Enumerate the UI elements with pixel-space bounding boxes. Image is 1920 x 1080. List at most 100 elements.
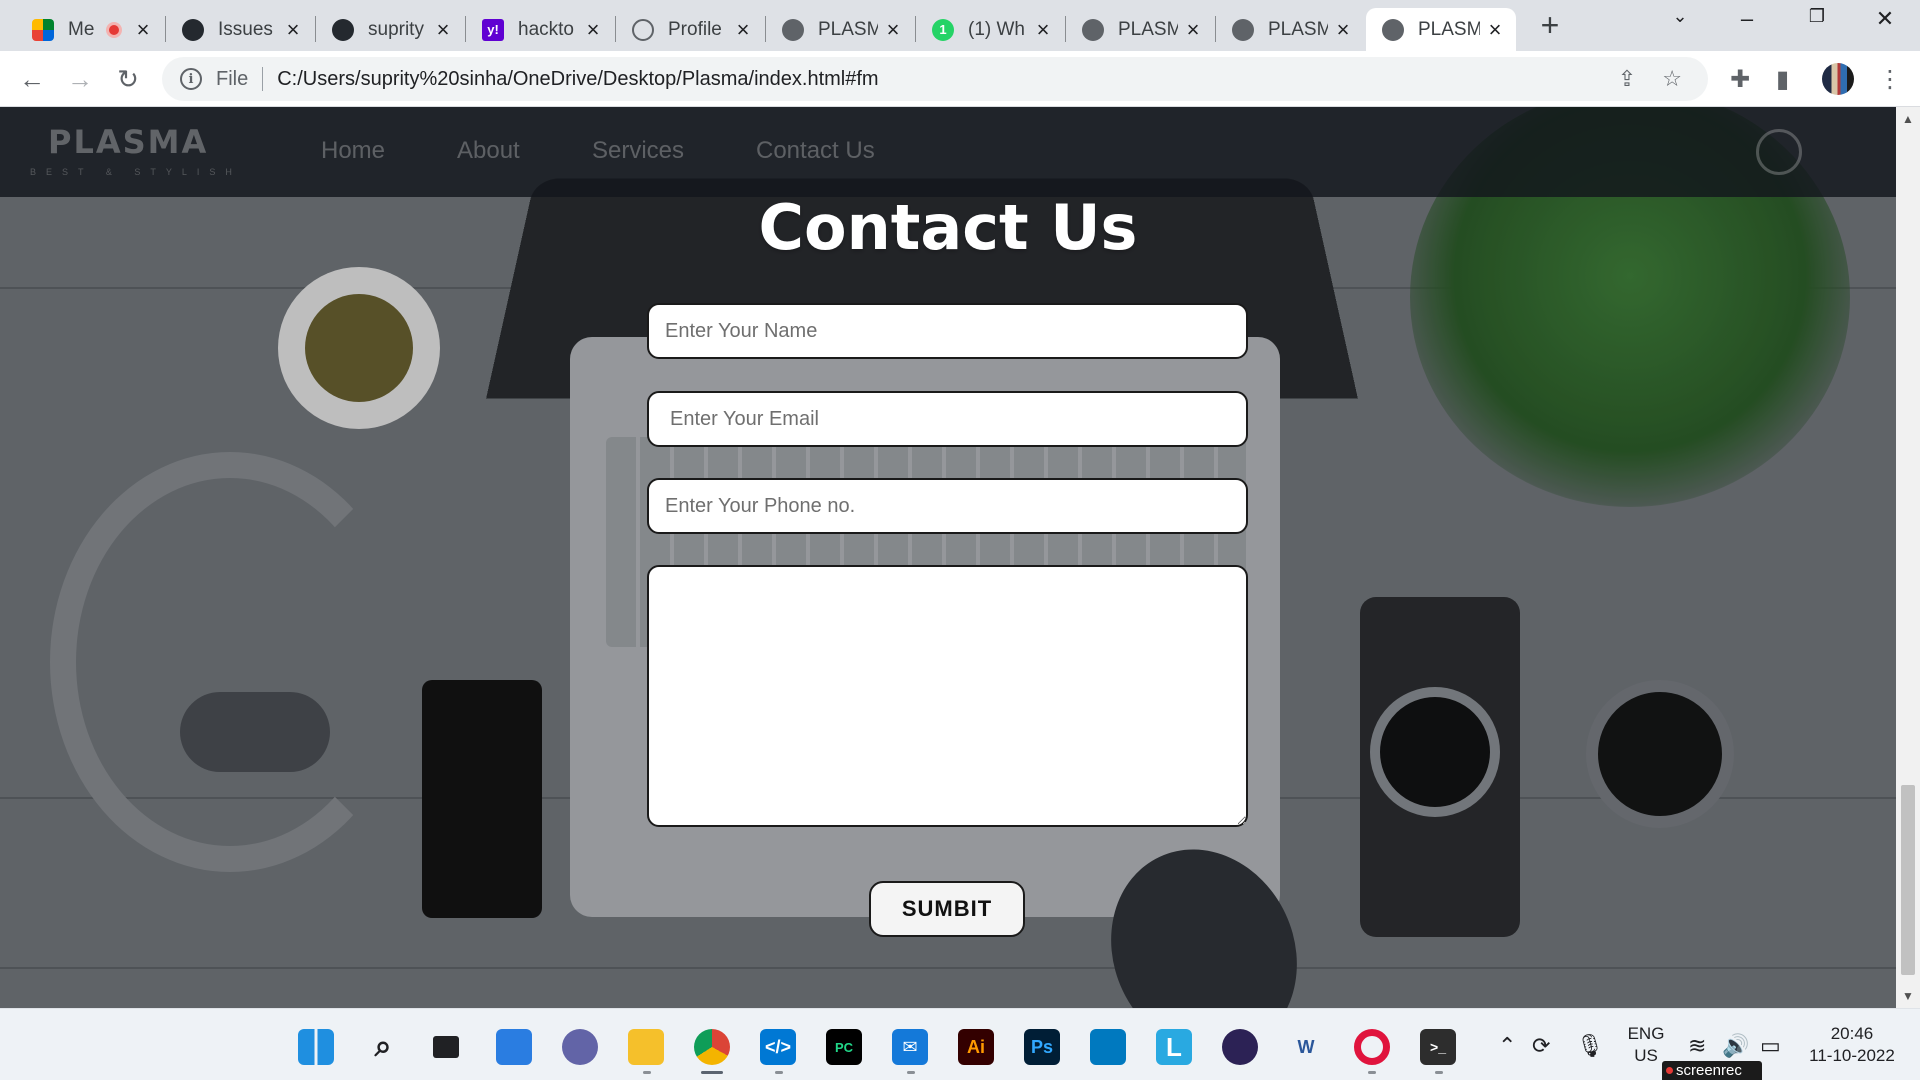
side-panel-icon[interactable]: ▮ <box>1776 65 1789 94</box>
l-app-icon[interactable]: L <box>1156 1029 1192 1065</box>
globe-icon <box>1382 18 1404 41</box>
new-tab-button[interactable]: + <box>1536 9 1564 41</box>
github-icon <box>182 18 204 41</box>
info-icon[interactable]: i <box>180 68 202 90</box>
task-view-icon[interactable] <box>428 1029 464 1065</box>
tab-title: PLASM <box>1418 18 1480 40</box>
tab-plasma-3[interactable]: PLASM × <box>1216 8 1364 51</box>
search-icon[interactable] <box>1756 129 1802 175</box>
tab-title: Me <box>68 18 95 40</box>
microphone-icon[interactable]: 🎙 <box>1576 1033 1604 1059</box>
tab-title: Issues <box>218 18 273 40</box>
screenrec-badge: screenrec <box>1662 1061 1762 1080</box>
chrome-icon[interactable] <box>694 1029 730 1065</box>
close-icon[interactable]: × <box>282 17 304 42</box>
widgets-icon[interactable] <box>496 1029 532 1065</box>
nav-home[interactable]: Home <box>321 137 385 165</box>
tab-title: suprity <box>368 18 424 40</box>
word-icon[interactable]: W <box>1288 1029 1324 1065</box>
clock[interactable]: 20:46 11-10-2022 <box>1802 1023 1902 1067</box>
globe-icon <box>782 18 804 41</box>
vscode-icon[interactable]: </> <box>760 1029 796 1065</box>
opera-icon[interactable] <box>1354 1029 1390 1065</box>
tab-hackto[interactable]: y! hackto × <box>466 8 614 51</box>
message-textarea[interactable] <box>647 565 1248 827</box>
more-menu-icon[interactable]: ⋮ <box>1878 65 1902 94</box>
close-icon[interactable]: × <box>432 17 454 42</box>
language-indicator[interactable]: ENG US <box>1624 1023 1668 1067</box>
page-scrollbar[interactable]: ▲ ▼ <box>1896 107 1920 1008</box>
tab-whatsapp[interactable]: 1 (1) Wh × <box>916 8 1064 51</box>
globe-icon <box>1232 18 1254 41</box>
scheme-label: File <box>216 67 249 90</box>
sync-icon[interactable]: ⟳ <box>1532 1033 1550 1059</box>
tab-title: PLASM <box>1118 18 1178 40</box>
whatsapp-icon: 1 <box>932 18 954 41</box>
minimize-button[interactable]: – <box>1727 6 1767 32</box>
globe-icon <box>632 18 654 41</box>
close-icon[interactable]: × <box>1032 17 1054 42</box>
profile-avatar[interactable] <box>1822 63 1854 95</box>
trello-icon[interactable] <box>1090 1029 1126 1065</box>
close-icon[interactable]: × <box>882 17 904 42</box>
volume-icon[interactable]: 🔊 <box>1722 1033 1749 1059</box>
nav-about[interactable]: About <box>457 137 520 165</box>
scroll-down-arrow-icon[interactable]: ▼ <box>1896 986 1920 1006</box>
scrollbar-thumb[interactable] <box>1901 785 1915 975</box>
tab-title: PLASM <box>818 18 878 40</box>
restore-button[interactable]: ❐ <box>1797 6 1837 27</box>
tab-meet[interactable]: Me × <box>16 8 164 51</box>
tab-plasma-1[interactable]: PLASM × <box>766 8 914 51</box>
nav-services[interactable]: Services <box>592 137 684 165</box>
tab-title: Profile <box>668 18 722 40</box>
close-icon[interactable]: × <box>1332 17 1354 42</box>
windows-start-icon[interactable] <box>298 1029 334 1065</box>
tab-search-chevron-icon[interactable]: ⌄ <box>1660 6 1700 27</box>
tab-issues[interactable]: Issues × <box>166 8 314 51</box>
close-window-button[interactable]: ✕ <box>1865 6 1905 32</box>
pycharm-icon[interactable]: PC <box>826 1029 862 1065</box>
site-logo[interactable]: PLASMA <box>48 123 208 161</box>
close-icon[interactable]: × <box>132 17 154 42</box>
show-hidden-icons-chevron-icon[interactable]: ⌃ <box>1498 1033 1516 1059</box>
extensions-icon[interactable]: ✚ <box>1730 65 1750 94</box>
name-field[interactable] <box>647 303 1248 359</box>
search-icon[interactable]: ⌕ <box>365 1029 401 1065</box>
tab-profile[interactable]: Profile × <box>616 8 764 51</box>
language-line1: ENG <box>1627 1024 1665 1043</box>
close-icon[interactable]: × <box>732 17 754 42</box>
back-button[interactable]: ← <box>16 63 48 95</box>
forward-button[interactable]: → <box>64 63 96 95</box>
share-icon[interactable]: ⇪ <box>1618 66 1636 92</box>
date-text: 11-10-2022 <box>1809 1046 1895 1065</box>
yahoo-icon: y! <box>482 18 504 41</box>
globe-icon <box>1082 18 1104 41</box>
address-bar[interactable]: i File C:/Users/suprity%20sinha/OneDrive… <box>162 57 1708 101</box>
tab-plasma-active[interactable]: PLASM × <box>1366 8 1516 51</box>
phone-field[interactable] <box>647 478 1248 534</box>
close-icon[interactable]: × <box>1182 17 1204 42</box>
tab-suprity[interactable]: suprity × <box>316 8 464 51</box>
submit-button[interactable]: SUMBIT <box>869 881 1025 937</box>
close-icon[interactable]: × <box>1484 17 1506 42</box>
bookmark-star-icon[interactable]: ☆ <box>1662 66 1682 92</box>
site-tagline: BEST & STYLISH <box>30 167 242 177</box>
eclipse-icon[interactable] <box>1222 1029 1258 1065</box>
wifi-icon[interactable]: ≋ <box>1688 1033 1706 1059</box>
file-explorer-icon[interactable] <box>628 1029 664 1065</box>
battery-icon[interactable]: ▭ <box>1760 1033 1781 1059</box>
photoshop-icon[interactable]: Ps <box>1024 1029 1060 1065</box>
tab-plasma-2[interactable]: PLASM × <box>1066 8 1214 51</box>
illustrator-icon[interactable]: Ai <box>958 1029 994 1065</box>
tab-title: PLASM <box>1268 18 1328 40</box>
terminal-icon[interactable]: >_ <box>1420 1029 1456 1065</box>
teams-chat-icon[interactable] <box>562 1029 598 1065</box>
mail-icon[interactable]: ✉ <box>892 1029 928 1065</box>
close-icon[interactable]: × <box>582 17 604 42</box>
reload-button[interactable]: ↻ <box>112 63 144 95</box>
email-field[interactable] <box>647 391 1248 447</box>
scroll-up-arrow-icon[interactable]: ▲ <box>1896 109 1920 129</box>
nav-contact[interactable]: Contact Us <box>756 137 875 165</box>
site-navbar: PLASMA BEST & STYLISH Home About Service… <box>0 107 1896 197</box>
url-text[interactable]: C:/Users/suprity%20sinha/OneDrive/Deskto… <box>277 68 1618 91</box>
